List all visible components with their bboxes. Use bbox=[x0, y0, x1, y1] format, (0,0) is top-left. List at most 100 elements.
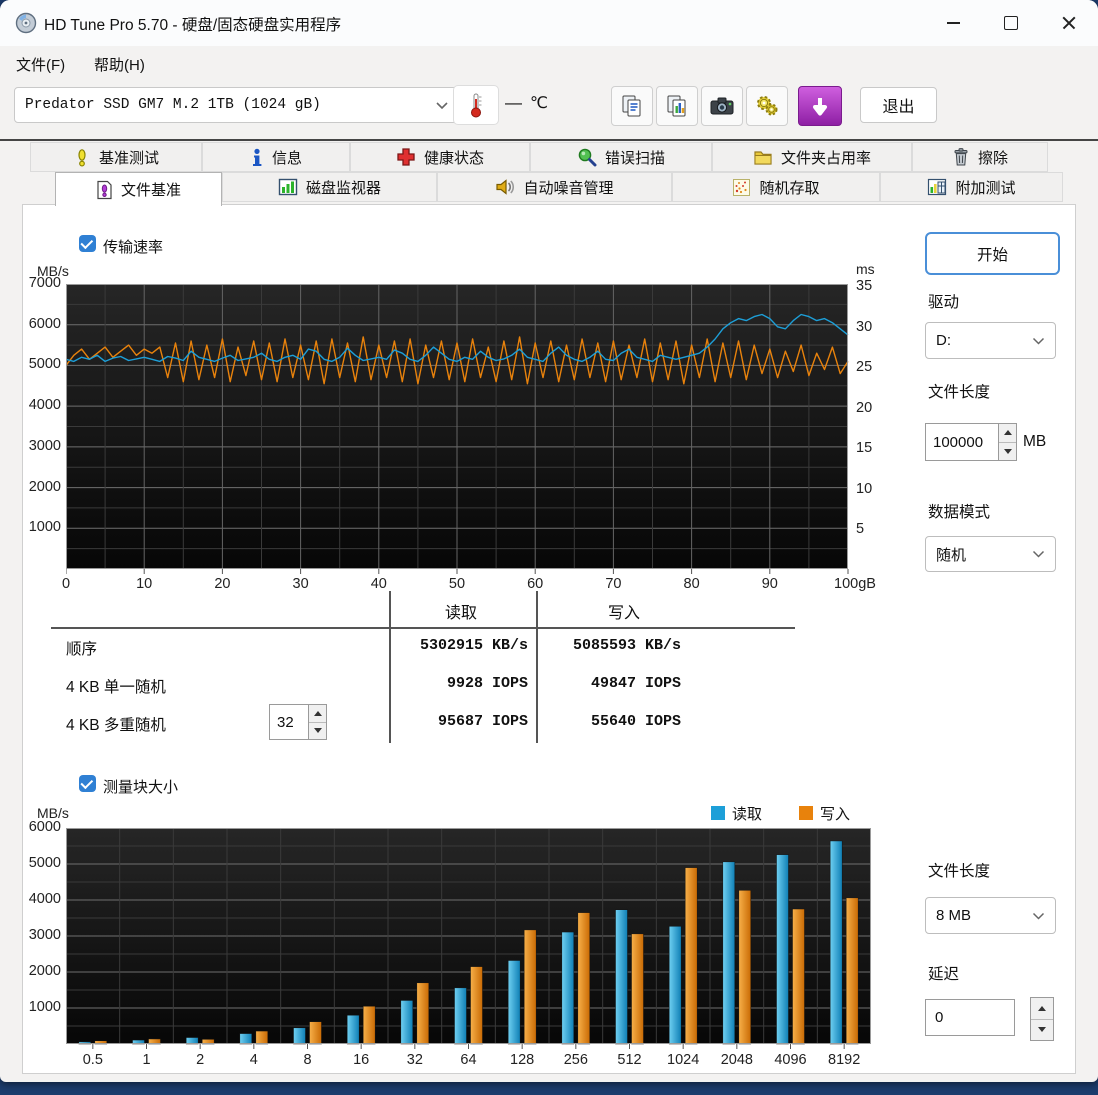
bar-read bbox=[239, 1033, 253, 1045]
axis-tick-label: 512 bbox=[617, 1052, 642, 1068]
file-length-spinner[interactable]: 100000 bbox=[925, 423, 1017, 461]
arrow-down-icon bbox=[1003, 448, 1012, 454]
tab-erase[interactable]: 擦除 bbox=[912, 142, 1048, 172]
tab-extra-tests[interactable]: 附加测试 bbox=[880, 172, 1063, 202]
magnifier-icon bbox=[578, 148, 597, 167]
window-title: HD Tune Pro 5.70 - 硬盘/固态硬盘实用程序 bbox=[44, 17, 342, 34]
block-file-length-label: 文件长度 bbox=[928, 863, 991, 880]
toolbar: Predator SSD GM7 M.2 1TB (1024 gB) — ℃ 退… bbox=[0, 82, 1098, 134]
drive-dropdown[interactable]: D: bbox=[925, 322, 1056, 359]
bar-read bbox=[668, 926, 682, 1045]
maximize-button[interactable] bbox=[982, 0, 1040, 46]
block-size-chart bbox=[66, 828, 871, 1049]
menu-help[interactable]: 帮助(H) bbox=[88, 51, 151, 78]
tab-file-benchmark[interactable]: 文件基准 bbox=[55, 172, 222, 206]
tab-health[interactable]: 健康状态 bbox=[350, 142, 530, 172]
settings-button[interactable] bbox=[746, 86, 788, 126]
axis-tick-label: 4 bbox=[249, 1052, 258, 1068]
arrow-up-icon bbox=[1003, 430, 1012, 436]
folder-icon bbox=[754, 151, 772, 165]
tab-label: 文件基准 bbox=[120, 182, 181, 199]
menu-file[interactable]: 文件(F) bbox=[10, 51, 71, 78]
block-size-section: 测量块大小 MB/s 读取 写入 0.5 1 2 4 8 16 32 64 128 256 512 1… bbox=[23, 205, 1075, 1073]
tab-info[interactable]: 信息 bbox=[202, 142, 350, 172]
tab-label: 文件夹占用率 bbox=[780, 149, 871, 167]
axis-tick-label: 3000 bbox=[28, 927, 61, 943]
download-arrow-icon bbox=[813, 98, 827, 116]
temperature-button[interactable] bbox=[453, 85, 499, 125]
axis-tick-label: 0.5 bbox=[82, 1052, 103, 1068]
tab-label: 附加测试 bbox=[955, 179, 1016, 197]
copy-text-icon bbox=[622, 95, 641, 117]
bar-write bbox=[255, 1030, 269, 1045]
bar-write bbox=[362, 1005, 376, 1045]
copy-text-button[interactable] bbox=[611, 86, 653, 126]
spin-up-button[interactable] bbox=[1031, 998, 1053, 1020]
data-mode-dropdown[interactable]: 随机 bbox=[925, 536, 1056, 572]
tab-error-scan[interactable]: 错误扫描 bbox=[530, 142, 712, 172]
tab-benchmark[interactable]: 基准测试 bbox=[30, 142, 202, 172]
chevron-down-icon bbox=[1032, 912, 1045, 920]
bar-write bbox=[845, 897, 859, 1045]
axis-tick-label: 16 bbox=[353, 1052, 370, 1068]
chevron-down-icon bbox=[436, 101, 448, 109]
tab-label: 健康状态 bbox=[423, 149, 484, 167]
tab-label: 错误扫描 bbox=[604, 149, 665, 167]
spin-down-button[interactable] bbox=[1031, 1019, 1053, 1040]
bar-read bbox=[400, 1000, 414, 1045]
extra-tests-icon bbox=[928, 178, 947, 196]
app-window: HD Tune Pro 5.70 - 硬盘/固态硬盘实用程序 文件(F) 帮助(… bbox=[0, 0, 1098, 1082]
thermometer-icon bbox=[471, 93, 482, 118]
save-button[interactable] bbox=[798, 86, 842, 126]
tab-label: 自动噪音管理 bbox=[523, 179, 614, 197]
axis-tick-label: 8 bbox=[303, 1052, 312, 1068]
bar-read bbox=[776, 854, 789, 1045]
bar-write bbox=[416, 982, 430, 1045]
axis-tick-label: 64 bbox=[460, 1052, 477, 1068]
random-access-icon bbox=[733, 178, 751, 196]
spin-down-button[interactable] bbox=[999, 442, 1016, 460]
app-icon bbox=[15, 12, 37, 34]
file-benchmark-panel: 传输速率 MB/s ms 0 10 20 30 40 50 60 70 80 90 100gB 700… bbox=[22, 204, 1076, 1074]
minimize-icon bbox=[946, 22, 960, 24]
close-button[interactable] bbox=[1040, 0, 1098, 46]
delay-input[interactable]: 0 bbox=[925, 999, 1015, 1036]
drive-dropdown-value: D: bbox=[936, 332, 951, 349]
delay-spinner[interactable] bbox=[1030, 997, 1054, 1041]
axis-tick-label: 6000 bbox=[28, 819, 61, 835]
spin-up-button[interactable] bbox=[999, 424, 1016, 443]
bar-write bbox=[523, 929, 537, 1045]
file-length-value[interactable]: 100000 bbox=[925, 423, 998, 461]
copy-image-button[interactable] bbox=[656, 86, 698, 126]
tab-label: 磁盘监视器 bbox=[305, 179, 381, 197]
gears-icon bbox=[757, 96, 778, 116]
block-size-checkbox[interactable] bbox=[79, 775, 96, 792]
axis-tick-label: 2 bbox=[196, 1052, 205, 1068]
chevron-down-icon bbox=[1032, 337, 1045, 345]
axis-tick-label: 2000 bbox=[28, 963, 61, 979]
tab-disk-monitor[interactable]: 磁盘监视器 bbox=[222, 172, 437, 202]
file-length-label: 文件长度 bbox=[928, 384, 991, 401]
minimize-button[interactable] bbox=[924, 0, 982, 46]
title-bar: HD Tune Pro 5.70 - 硬盘/固态硬盘实用程序 bbox=[0, 0, 1098, 46]
temperature-unit: ℃ bbox=[530, 95, 548, 112]
tab-auto-acoustic[interactable]: 自动噪音管理 bbox=[437, 172, 672, 202]
file-benchmark-icon bbox=[97, 180, 112, 199]
screenshot-button[interactable] bbox=[701, 86, 743, 126]
block-file-length-dropdown[interactable]: 8 MB bbox=[925, 897, 1056, 934]
speaker-icon bbox=[496, 179, 515, 195]
health-cross-icon bbox=[397, 148, 415, 166]
bar-write bbox=[792, 908, 805, 1045]
tab-label: 擦除 bbox=[977, 149, 1008, 167]
bar-read bbox=[829, 840, 843, 1045]
check-icon bbox=[80, 776, 94, 790]
start-button[interactable]: 开始 bbox=[925, 232, 1060, 275]
tab-folder-usage[interactable]: 文件夹占用率 bbox=[712, 142, 912, 172]
data-mode-value: 随机 bbox=[936, 546, 967, 564]
bar-read bbox=[454, 987, 467, 1045]
drive-select[interactable]: Predator SSD GM7 M.2 1TB (1024 gB) bbox=[14, 87, 460, 123]
exit-button[interactable]: 退出 bbox=[860, 87, 937, 123]
bar-write bbox=[470, 966, 483, 1045]
axis-tick-label: 8192 bbox=[828, 1052, 861, 1068]
tab-random-access[interactable]: 随机存取 bbox=[672, 172, 880, 202]
